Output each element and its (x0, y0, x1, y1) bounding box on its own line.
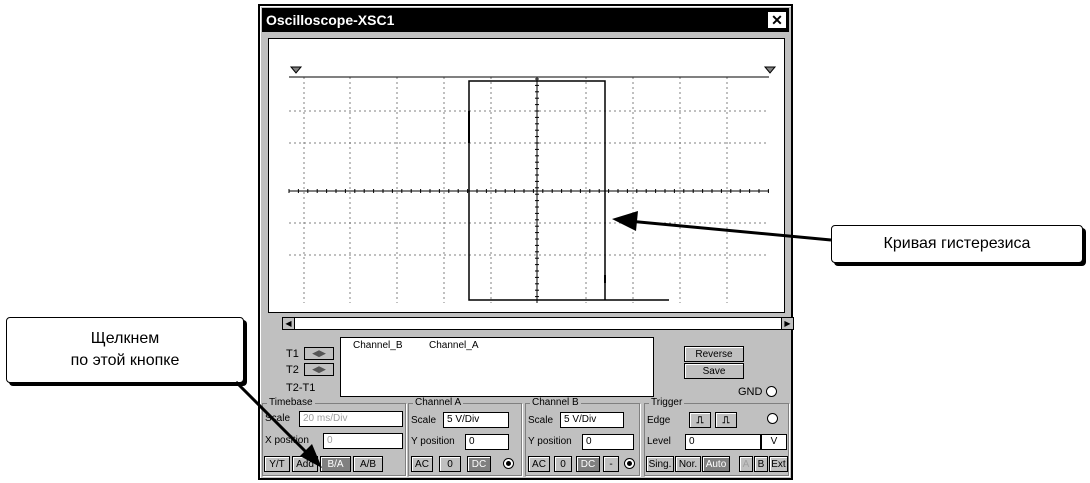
gnd-radio[interactable] (766, 386, 777, 397)
readout-channel-a-header: Channel_A (429, 340, 479, 351)
ba-mode-button[interactable]: B/A (320, 456, 351, 472)
trigger-level-unit[interactable]: V (761, 434, 787, 450)
t1-label: T1 (286, 348, 299, 360)
trigger-single-button[interactable]: Sing. (646, 456, 674, 472)
click-callout: Щелкнем по этой кнопке (6, 317, 244, 383)
channel-b-radio[interactable] (624, 458, 635, 469)
ab-mode-button[interactable]: A/B (353, 456, 383, 472)
timebase-group: Timebase Scale 20 ms/Div X position 0 Y/… (262, 397, 406, 476)
hysteresis-callout: Кривая гистерезиса (831, 225, 1083, 263)
scope-screen (268, 38, 785, 313)
scroll-left-icon[interactable]: ◀ (282, 317, 295, 330)
channel-a-ypos-input[interactable]: 0 (465, 434, 509, 450)
channel-a-zero-button[interactable]: 0 (439, 456, 461, 472)
click-callout-line1: Щелкнем (90, 330, 160, 347)
channel-a-ypos-label: Y position (411, 436, 455, 447)
trigger-edge-label: Edge (647, 415, 671, 426)
channel-b-scale-input[interactable]: 5 V/Div (560, 412, 624, 428)
timebase-xpos-input[interactable]: 0 (323, 433, 403, 449)
yt-mode-button[interactable]: Y/T (264, 456, 290, 472)
channel-b-scale-label: Scale (528, 415, 554, 426)
trigger-source-ext-button[interactable]: Ext (769, 456, 788, 472)
channel-b-zero-button[interactable]: 0 (554, 456, 572, 472)
channel-a-ac-button[interactable]: AC (411, 456, 433, 472)
oscilloscope-window: Oscilloscope-XSC1 ✕ ◀ ▶ T1 ◀▶ T2 ◀▶ T2-T… (258, 4, 794, 480)
trigger-normal-button[interactable]: Nor. (675, 456, 701, 472)
trigger-auto-button[interactable]: Auto (702, 456, 730, 472)
channel-b-ac-button[interactable]: AC (528, 456, 550, 472)
reverse-button[interactable]: Reverse (684, 346, 744, 362)
scope-display (288, 66, 777, 303)
timebase-xpos-label: X position (265, 435, 309, 446)
channel-b-ypos-label: Y position (528, 436, 572, 447)
t2-label: T2 (286, 364, 299, 376)
t2-arrows-button[interactable]: ◀▶ (304, 363, 334, 376)
trigger-source-b-button[interactable]: B (754, 456, 768, 472)
save-button[interactable]: Save (684, 363, 744, 379)
channel-b-invert-button[interactable]: - (603, 456, 619, 472)
trigger-group: Trigger Edge ⎍ ⎍ Level 0 V Sing. Nor. Au… (644, 397, 789, 476)
channel-a-title: Channel A (413, 397, 464, 409)
trigger-title: Trigger (649, 397, 685, 409)
channel-b-ypos-input[interactable]: 0 (582, 434, 634, 450)
window-title: Oscilloscope-XSC1 (266, 12, 395, 28)
channel-b-group: Channel B Scale 5 V/Div Y position 0 AC … (525, 397, 640, 476)
t1-arrows-button[interactable]: ◀▶ (304, 347, 334, 360)
channel-a-scale-input[interactable]: 5 V/Div (443, 412, 509, 428)
timebase-title: Timebase (267, 397, 315, 409)
title-bar[interactable]: Oscilloscope-XSC1 ✕ (262, 8, 789, 32)
grid (289, 77, 769, 303)
readout-panel: Channel_B Channel_A (340, 337, 654, 397)
timebase-scale-input[interactable]: 20 ms/Div (299, 411, 403, 427)
trigger-source-a-button[interactable]: A (739, 456, 753, 472)
t2t1-label: T2-T1 (286, 382, 316, 394)
horizontal-scrollbar[interactable]: ◀ ▶ (282, 317, 794, 330)
channel-a-dc-button[interactable]: DC (467, 456, 491, 472)
channel-a-radio[interactable] (503, 458, 514, 469)
trigger-level-label: Level (647, 436, 671, 447)
timebase-scale-label: Scale (265, 413, 291, 424)
scroll-right-icon[interactable]: ▶ (781, 317, 794, 330)
channel-b-title: Channel B (530, 397, 581, 409)
trigger-level-input[interactable]: 0 (685, 434, 761, 450)
add-mode-button[interactable]: Add (292, 456, 318, 472)
falling-edge-icon[interactable]: ⎍ (715, 412, 737, 428)
close-button[interactable]: ✕ (767, 11, 787, 29)
channel-b-dc-button[interactable]: DC (576, 456, 600, 472)
channel-a-scale-label: Scale (411, 415, 437, 426)
cursor-t2-marker (763, 66, 777, 74)
trigger-radio[interactable] (767, 413, 778, 424)
click-callout-line2: по этой кнопке (70, 352, 180, 369)
gnd-label: GND (738, 386, 763, 398)
readout-channel-b-header: Channel_B (353, 340, 403, 351)
cursor-t1-marker (289, 66, 303, 74)
rising-edge-icon[interactable]: ⎍ (689, 412, 711, 428)
channel-a-group: Channel A Scale 5 V/Div Y position 0 AC … (408, 397, 522, 476)
